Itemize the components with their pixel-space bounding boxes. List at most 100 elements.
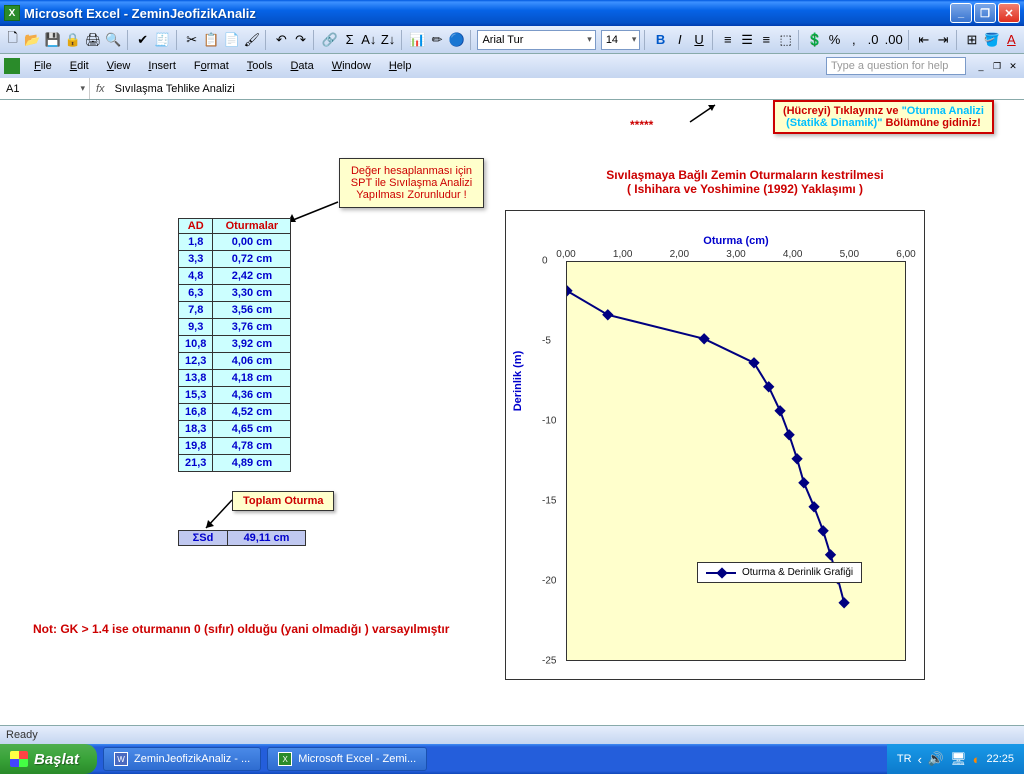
x-tick: 2,00: [670, 249, 689, 260]
dec-decimal-icon[interactable]: .00: [884, 30, 904, 50]
zoom-icon[interactable]: 🔵: [448, 30, 466, 50]
open-icon[interactable]: 📂: [23, 30, 41, 50]
chart-icon[interactable]: 📊: [408, 30, 426, 50]
save-icon[interactable]: 💾: [43, 30, 61, 50]
x-tick: 5,00: [840, 249, 859, 260]
format-painter-icon[interactable]: 🖌: [243, 30, 262, 50]
x-tick: 4,00: [783, 249, 802, 260]
x-axis-label: Oturma (cm): [566, 235, 906, 247]
tray-icon[interactable]: 🖥: [950, 751, 967, 767]
dec-indent-icon[interactable]: ⇤: [915, 30, 932, 50]
fx-icon[interactable]: fx: [90, 83, 111, 95]
spt-callout: Değer hesaplanması içinSPT ile Sıvılaşma…: [339, 158, 484, 208]
sort-desc-icon[interactable]: Z↓: [379, 30, 396, 50]
start-button[interactable]: Başlat: [0, 744, 97, 774]
formula-bar: A1 fx Sıvılaşma Tehlike Analizi: [0, 78, 1024, 100]
taskbar-item[interactable]: XMicrosoft Excel - Zemi...: [267, 747, 427, 771]
close-button[interactable]: ✕: [998, 3, 1020, 23]
table-cell: 4,06 cm: [213, 353, 291, 370]
clock[interactable]: 22:25: [986, 753, 1014, 765]
bold-icon[interactable]: B: [652, 30, 669, 50]
language-indicator[interactable]: TR: [897, 753, 912, 765]
menu-view[interactable]: View: [99, 58, 139, 74]
redo-icon[interactable]: ↷: [292, 30, 309, 50]
plot-area: Oturma & Derinlik Grafiği: [566, 261, 906, 661]
research-icon[interactable]: 🧾: [153, 30, 171, 50]
system-tray[interactable]: TR ‹ 🔊 🖥 ◐ 22:25: [887, 744, 1024, 774]
workbook-icon[interactable]: [4, 58, 20, 74]
undo-icon[interactable]: ↶: [273, 30, 290, 50]
hyperlink-icon[interactable]: 🔗: [321, 30, 339, 50]
font-size-selector[interactable]: 14: [601, 30, 641, 50]
menu-insert[interactable]: Insert: [140, 58, 184, 74]
doc-restore-button[interactable]: ❐: [990, 59, 1004, 73]
currency-icon[interactable]: 💲: [806, 30, 824, 50]
inc-indent-icon[interactable]: ⇥: [935, 30, 952, 50]
tray-icon[interactable]: 🔊: [928, 751, 944, 767]
worksheet[interactable]: (Hücreyi) Tıklayınız ve "Oturma Analizi …: [0, 100, 1024, 725]
spell-icon[interactable]: ✔: [134, 30, 151, 50]
table-cell: 4,8: [179, 268, 213, 285]
taskbar-item[interactable]: WZeminJeofizikAnaliz - ...: [103, 747, 261, 771]
table-cell: 18,3: [179, 421, 213, 438]
tray-icon[interactable]: ‹: [918, 752, 922, 767]
comma-icon[interactable]: ,: [845, 30, 862, 50]
excel-icon: X: [4, 5, 20, 21]
help-search-input[interactable]: Type a question for help: [826, 57, 966, 75]
doc-minimize-button[interactable]: _: [974, 59, 988, 73]
stars-label: *****: [630, 118, 653, 132]
doc-close-button[interactable]: ✕: [1006, 59, 1020, 73]
print-icon[interactable]: 🖨: [84, 30, 103, 50]
name-box[interactable]: A1: [0, 78, 90, 99]
menu-edit[interactable]: Edit: [62, 58, 97, 74]
minimize-button[interactable]: _: [950, 3, 972, 23]
table-cell: 2,42 cm: [213, 268, 291, 285]
table-cell: 4,36 cm: [213, 387, 291, 404]
autosum-icon[interactable]: Σ: [341, 30, 358, 50]
formula-value[interactable]: Sıvılaşma Tehlike Analizi: [111, 83, 239, 95]
table-cell: 7,8: [179, 302, 213, 319]
new-icon[interactable]: 🗋: [4, 30, 21, 50]
italic-icon[interactable]: I: [671, 30, 688, 50]
tray-icon[interactable]: ◐: [973, 752, 981, 767]
menu-help[interactable]: Help: [381, 58, 420, 74]
table-cell: 9,3: [179, 319, 213, 336]
chart-area[interactable]: Oturma (cm) Derinlik (m) 0,001,002,003,0…: [505, 210, 925, 680]
copy-icon[interactable]: 📋: [202, 30, 220, 50]
y-tick: -5: [542, 336, 551, 347]
standard-toolbar: 🗋 📂 💾 🔒 🖨 🔍 ✔ 🧾 ✂ 📋 📄 🖌 ↶ ↷ 🔗 Σ A↓ Z↓ 📊 …: [0, 26, 1024, 54]
borders-icon[interactable]: ⊞: [963, 30, 980, 50]
permission-icon[interactable]: 🔒: [64, 30, 82, 50]
menu-window[interactable]: Window: [324, 58, 379, 74]
table-header: AD: [179, 219, 213, 234]
align-left-icon[interactable]: ≡: [719, 30, 736, 50]
drawing-icon[interactable]: ✏: [428, 30, 445, 50]
menu-format[interactable]: Format: [186, 58, 237, 74]
y-tick: 0: [542, 256, 548, 267]
menubar: File Edit View Insert Format Tools Data …: [0, 54, 1024, 78]
menu-data[interactable]: Data: [282, 58, 321, 74]
maximize-button[interactable]: ❐: [974, 3, 996, 23]
x-tick: 1,00: [613, 249, 632, 260]
sort-asc-icon[interactable]: A↓: [360, 30, 377, 50]
font-color-icon[interactable]: A: [1003, 30, 1020, 50]
x-tick: 6,00: [896, 249, 915, 260]
inc-decimal-icon[interactable]: .0: [864, 30, 881, 50]
arrow-icon: [680, 100, 720, 130]
underline-icon[interactable]: U: [690, 30, 707, 50]
percent-icon[interactable]: %: [826, 30, 843, 50]
fill-color-icon[interactable]: 🪣: [983, 30, 1001, 50]
x-tick: 0,00: [556, 249, 575, 260]
preview-icon[interactable]: 🔍: [104, 30, 122, 50]
paste-icon[interactable]: 📄: [222, 30, 240, 50]
merge-icon[interactable]: ⬚: [777, 30, 794, 50]
note-text: Not: GK > 1.4 ise oturmanın 0 (sıfır) ol…: [33, 622, 449, 636]
align-right-icon[interactable]: ≡: [758, 30, 775, 50]
menu-tools[interactable]: Tools: [239, 58, 281, 74]
cut-icon[interactable]: ✂: [183, 30, 200, 50]
chart-title: Sıvılaşmaya Bağlı Zemin Oturmaların kest…: [565, 168, 925, 196]
font-selector[interactable]: Arial Tur: [477, 30, 595, 50]
align-center-icon[interactable]: ☰: [738, 30, 755, 50]
menu-file[interactable]: File: [26, 58, 60, 74]
taskbar: Başlat WZeminJeofizikAnaliz - ... XMicro…: [0, 744, 1024, 774]
